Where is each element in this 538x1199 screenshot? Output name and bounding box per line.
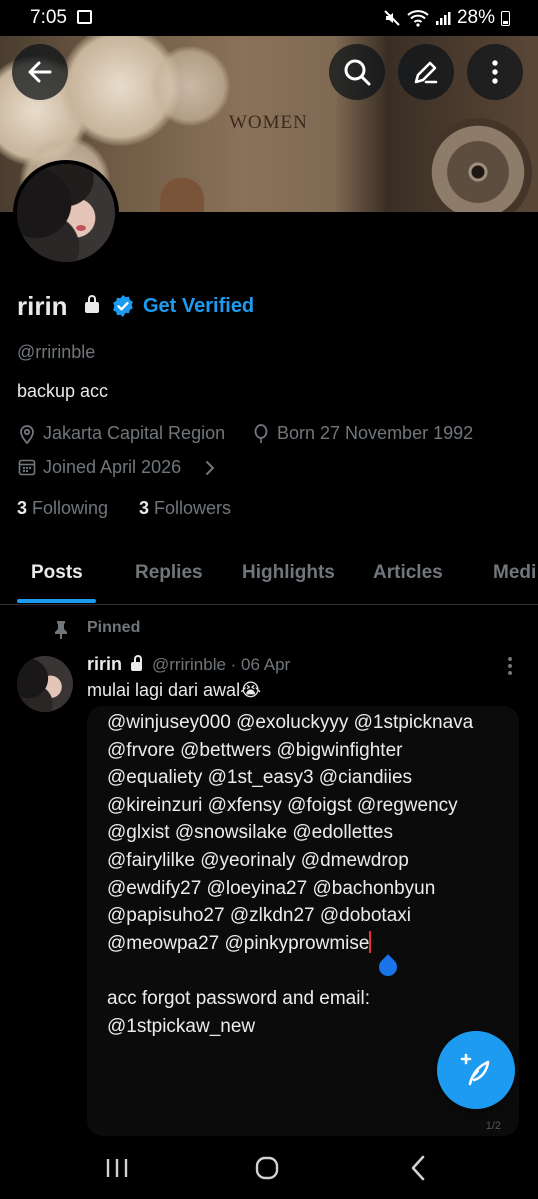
media-text-line [107, 957, 517, 985]
following-link[interactable]: 3 Following [17, 498, 108, 519]
calendar-icon [18, 459, 36, 476]
avatar-image [17, 164, 115, 262]
mute-icon [384, 10, 400, 26]
media-text-line: @frvore @bettwers @bigwinfighter [107, 739, 403, 761]
image-notification-icon [77, 10, 92, 24]
chevron-right-icon[interactable] [205, 460, 215, 476]
protected-lock-icon [85, 295, 99, 313]
following-label: Following [32, 498, 109, 518]
back-button[interactable] [12, 44, 68, 100]
profile-birthday: Born 27 November 1992 [277, 423, 474, 443]
profile-location: Jakarta Capital Region [43, 423, 226, 443]
banner-cd-decor [424, 118, 532, 212]
location-icon [20, 425, 34, 444]
tab-highlights[interactable]: Highlights [242, 562, 335, 584]
signal-icon [435, 12, 451, 25]
media-text-line: @fairylilke @yeorinaly @dmewdrop [107, 849, 409, 871]
tab-media[interactable]: Medi [493, 562, 536, 584]
post-avatar[interactable] [17, 656, 73, 712]
profile-bio: backup acc [17, 381, 109, 401]
battery-icon [501, 10, 510, 26]
banner-word: WOMEN [229, 112, 308, 133]
media-text-line: acc forgot password and email: [107, 987, 370, 1009]
verified-badge-icon[interactable] [111, 294, 135, 318]
status-bar: 7:05 28% [0, 0, 538, 36]
media-text-line: @kireinzuri @xfensy @foigst @regwency [107, 794, 458, 816]
media-text-block: @winjusey000 @exoluckyyy @1stpicknava @fr… [107, 709, 517, 1040]
edit-profile-button[interactable] [398, 44, 454, 100]
more-vertical-icon [492, 60, 498, 84]
search-button[interactable] [329, 44, 385, 100]
profile-tabs: Posts Replies Highlights Articles Medi [0, 546, 538, 605]
post-author-name[interactable]: ririn [87, 654, 122, 675]
followers-link[interactable]: 3 Followers [139, 498, 231, 519]
text-cursor [369, 930, 372, 953]
tab-replies[interactable]: Replies [135, 562, 203, 584]
following-count: 3 [17, 498, 28, 518]
wifi-icon [407, 10, 429, 27]
status-time: 7:05 [30, 7, 67, 28]
followers-count: 3 [139, 498, 150, 518]
media-text-line: @meowpa27 @pinkyprowmise [107, 930, 517, 958]
banner-teddy-decor [160, 178, 204, 212]
tab-posts[interactable]: Posts [31, 562, 83, 584]
profile-name: ririn [17, 291, 68, 321]
profile-joined[interactable]: Joined April 2026 [43, 457, 181, 478]
search-icon [344, 59, 371, 86]
tab-articles[interactable]: Articles [373, 562, 443, 584]
profile-handle: @rririnble [17, 342, 96, 362]
recent-apps-icon[interactable] [105, 1157, 129, 1179]
profile-avatar[interactable] [13, 160, 119, 266]
media-text-content: @meowpa27 @pinkyprowmise [107, 932, 370, 954]
media-text-line: @ewdify27 @loeyina27 @bachonbyun [107, 877, 436, 899]
balloon-icon [254, 424, 268, 443]
get-verified-link[interactable]: Get Verified [143, 295, 254, 318]
arrow-left-icon [28, 61, 52, 83]
followers-label: Followers [154, 498, 232, 518]
media-text-line: @winjusey000 @exoluckyyy @1stpicknava [107, 712, 474, 733]
active-tab-indicator [17, 599, 96, 603]
pin-icon [55, 621, 67, 639]
system-nav-bar [0, 1140, 538, 1199]
more-options-button[interactable] [467, 44, 523, 100]
status-right: 28% [383, 7, 510, 29]
compose-button[interactable] [437, 1031, 515, 1109]
post-more-icon[interactable] [508, 657, 512, 678]
banner-flower-decor [150, 46, 230, 126]
compose-icon [460, 1053, 490, 1086]
media-counter: 1/2 [485, 1120, 501, 1132]
battery-percent: 28% [456, 7, 495, 28]
media-text-line: @glxist @snowsilake @edollettes [107, 822, 393, 844]
protected-lock-icon [131, 655, 142, 671]
pencil-icon [414, 61, 438, 84]
post-handle-date[interactable]: @rririnble · 06 Apr [152, 655, 290, 675]
back-nav-icon[interactable] [409, 1155, 427, 1181]
media-text-line: @papisuho27 @zlkdn27 @dobotaxi [107, 905, 411, 927]
pinned-label: Pinned [87, 619, 141, 636]
post-text: mulai lagi dari awal😭 [87, 680, 262, 700]
media-text-line: @equaliety @1st_easy3 @ciandiies [107, 767, 413, 789]
home-icon[interactable] [255, 1156, 279, 1180]
